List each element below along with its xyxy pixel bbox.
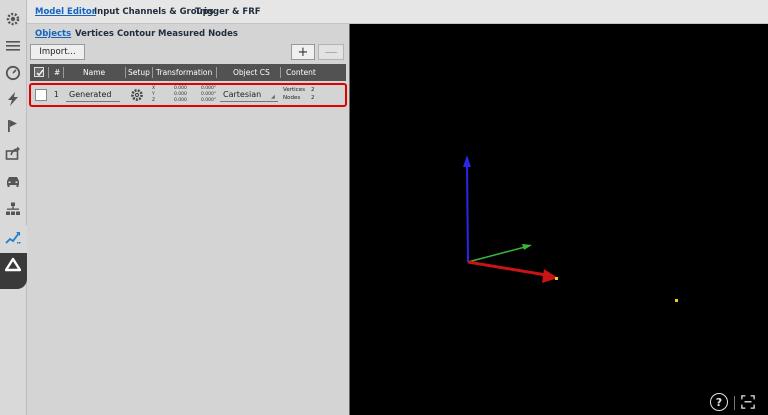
column-separator	[125, 67, 126, 78]
column-separator	[280, 67, 281, 78]
col-header-transformation[interactable]: Transformation	[156, 68, 212, 77]
object-name-field[interactable]: Generated	[66, 88, 120, 102]
column-separator	[48, 67, 49, 78]
hierarchy-icon[interactable]	[4, 200, 22, 218]
car-icon[interactable]	[4, 172, 22, 190]
row-number: 1	[54, 90, 59, 99]
translation-y[interactable]: 0.000	[174, 92, 187, 97]
column-separator	[152, 67, 153, 78]
col-header-num: #	[54, 68, 61, 77]
content-nodes-label: Nodes	[283, 95, 301, 101]
import-button[interactable]: Import...	[30, 44, 85, 60]
lightning-icon[interactable]	[4, 90, 22, 108]
col-header-content[interactable]: Content	[286, 68, 316, 77]
dropdown-corner-icon: ◢	[271, 94, 275, 100]
content-nodes-count: 2	[311, 95, 315, 101]
rotation-z[interactable]: 0.000°	[201, 98, 216, 103]
settings-gear-icon[interactable]	[4, 10, 22, 28]
translation-x[interactable]: 0.000	[174, 86, 187, 91]
flag-icon[interactable]	[4, 117, 22, 135]
col-header-setup[interactable]: Setup	[128, 68, 150, 77]
remove-object-button[interactable]: —	[318, 44, 344, 60]
axis-label-x: X	[152, 86, 156, 91]
gauge-icon[interactable]	[4, 64, 22, 82]
table-row[interactable]: 1 Generated X Y Z 0.000 0.000 0.000 0.00…	[29, 83, 347, 107]
table-header: # Name Setup Transformation Object CS Co…	[30, 64, 346, 81]
export-icon[interactable]	[4, 144, 22, 162]
column-separator	[216, 67, 217, 78]
fit-view-icon[interactable]	[740, 394, 756, 410]
triangle-icon[interactable]	[4, 256, 22, 274]
sub-tab-bar: Objects Vertices Contour Measured Nodes	[27, 24, 347, 42]
axis-label-y: Y	[152, 92, 155, 97]
setup-gear-icon[interactable]	[130, 87, 144, 101]
tab-contour[interactable]: Contour	[117, 29, 155, 39]
top-tab-bar: Model Editor Input Channels & Groups Tri…	[27, 0, 768, 24]
objects-panel: Import... + — # Name Setup Transformatio…	[27, 42, 349, 415]
object-cs-select[interactable]: Cartesian	[220, 88, 278, 102]
x-axis-arrowhead	[542, 269, 558, 283]
toolbar-divider	[734, 396, 735, 410]
tab-model-editor[interactable]: Model Editor	[35, 7, 96, 17]
viewport-canvas[interactable]	[350, 24, 768, 415]
tab-trigger-frf[interactable]: Trigger & FRF	[195, 7, 261, 17]
row-checkbox[interactable]	[35, 89, 47, 101]
z-axis-arrowhead	[463, 155, 471, 167]
node-marker[interactable]	[555, 277, 558, 280]
rotation-x[interactable]: 0.000°	[201, 86, 216, 91]
column-separator	[63, 67, 64, 78]
axis-label-z: Z	[152, 98, 156, 103]
select-all-checkbox[interactable]	[34, 67, 44, 77]
tab-objects[interactable]: Objects	[35, 29, 71, 39]
tab-measured-nodes[interactable]: Measured Nodes	[158, 29, 238, 39]
y-axis-arrow	[467, 246, 526, 263]
app-window: Model Editor Input Channels & Groups Tri…	[0, 0, 768, 415]
z-axis-arrow	[466, 163, 469, 263]
node-marker[interactable]	[675, 299, 678, 302]
y-axis-arrowhead	[522, 244, 532, 250]
col-header-object-cs[interactable]: Object CS	[233, 68, 270, 77]
checkmark-icon	[36, 69, 44, 77]
content-vertices-label: Vertices	[283, 87, 305, 93]
sidebar-dark-item[interactable]	[0, 253, 27, 289]
content-vertices-count: 2	[311, 87, 315, 93]
modal-analysis-icon[interactable]	[4, 229, 22, 247]
help-button[interactable]: ?	[710, 393, 728, 411]
x-axis-arrow	[467, 260, 547, 277]
col-header-name[interactable]: Name	[83, 68, 105, 77]
translation-z[interactable]: 0.000	[174, 98, 187, 103]
tab-vertices[interactable]: Vertices	[75, 29, 114, 39]
list-icon[interactable]	[4, 37, 22, 55]
3d-viewport[interactable]	[349, 24, 768, 415]
add-object-button[interactable]: +	[291, 44, 315, 60]
left-sidebar	[0, 0, 27, 415]
rotation-y[interactable]: 0.000°	[201, 92, 216, 97]
